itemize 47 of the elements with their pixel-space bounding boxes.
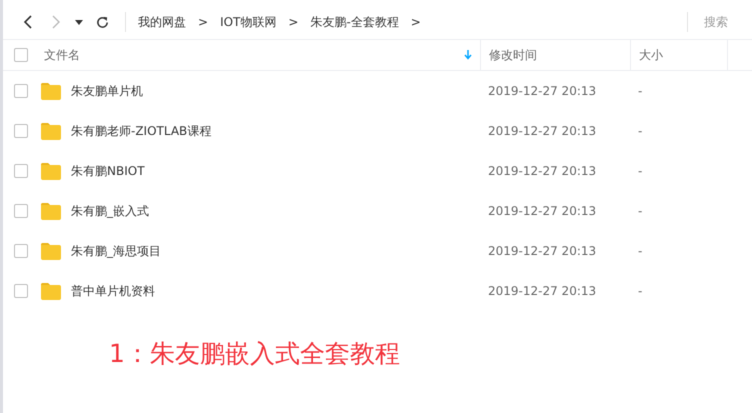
folder-icon (41, 162, 61, 180)
breadcrumb-separator: > (410, 15, 421, 29)
row-checkbox[interactable] (14, 84, 28, 98)
file-size: - (637, 204, 644, 218)
folder-icon (41, 82, 61, 100)
file-size: - (637, 164, 644, 178)
row-checkbox[interactable] (14, 244, 28, 258)
column-header[interactable]: 大小 (639, 46, 663, 64)
folder-icon (41, 282, 61, 300)
row-checkbox[interactable] (14, 164, 28, 178)
folder-name[interactable]: 朱有鹏_嵌入式 (71, 202, 149, 220)
row-checkbox[interactable] (14, 204, 28, 218)
column-header[interactable]: 修改时间 (489, 46, 537, 64)
folder-name[interactable]: 朱有鹏老师-ZIOTLAB课程 (71, 122, 212, 140)
sort-down-icon[interactable] (464, 50, 472, 60)
breadcrumb-link[interactable]: IOT物联网 (220, 14, 276, 30)
back-icon[interactable] (23, 15, 33, 29)
dropdown-caret-icon[interactable] (75, 20, 83, 24)
breadcrumb-link[interactable]: 我的网盘 (138, 14, 186, 30)
file-size: - (637, 84, 644, 98)
breadcrumb-separator: > (198, 15, 208, 29)
folder-icon (41, 202, 61, 220)
folder-icon (41, 122, 61, 140)
file-size: - (637, 124, 644, 138)
refresh-icon[interactable] (96, 16, 108, 28)
select-all-checkbox[interactable] (14, 48, 28, 62)
modified-time: 2019-12-27 20:13 (487, 164, 598, 178)
forward-icon[interactable] (51, 15, 61, 29)
annotation-text: 1：朱友鹏嵌入式全套教程 (109, 338, 400, 370)
column-header[interactable]: 文件名 (44, 46, 464, 64)
modified-time: 2019-12-27 20:13 (487, 284, 598, 298)
folder-icon (41, 242, 61, 260)
modified-time: 2019-12-27 20:13 (487, 244, 598, 258)
row-checkbox[interactable] (14, 284, 28, 298)
folder-name[interactable]: 朱有鹏_海思项目 (71, 242, 161, 260)
row-checkbox[interactable] (14, 124, 28, 138)
breadcrumb-link[interactable]: 朱友鹏-全套教程 (310, 14, 399, 30)
modified-time: 2019-12-27 20:13 (487, 84, 598, 98)
folder-name[interactable]: 朱友鹏单片机 (71, 82, 143, 100)
file-size: - (637, 244, 644, 258)
file-size: - (637, 284, 644, 298)
folder-name[interactable]: 普中单片机资料 (71, 282, 155, 300)
search-field[interactable]: 搜索 (687, 12, 752, 32)
breadcrumb-separator: > (288, 15, 298, 29)
modified-time: 2019-12-27 20:13 (487, 124, 598, 138)
folder-name[interactable]: 朱有鹏NBIOT (71, 162, 145, 180)
modified-time: 2019-12-27 20:13 (487, 204, 598, 218)
